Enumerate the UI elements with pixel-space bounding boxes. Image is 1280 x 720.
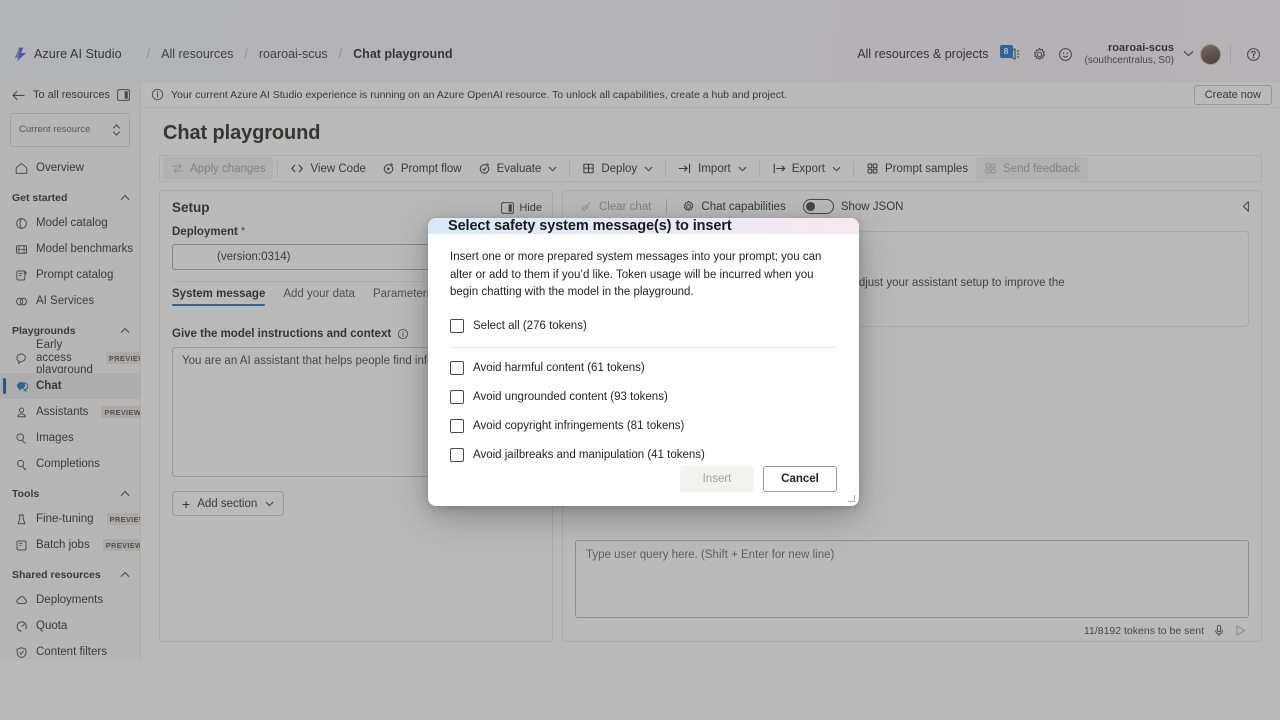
divider (450, 346, 837, 348)
app-root: Azure AI Studio / All resources / roaroa… (0, 0, 1280, 720)
option-label: Avoid ungrounded content (93 tokens) (473, 390, 668, 403)
dialog-description: Insert one or more prepared system messa… (450, 251, 822, 299)
dialog-body: Insert one or more prepared system messa… (428, 234, 859, 466)
select-all-row[interactable]: Select all (276 tokens) (450, 315, 837, 337)
safety-system-message-dialog: Select safety system message(s) to inser… (428, 218, 859, 506)
option-label: Avoid harmful content (61 tokens) (473, 361, 645, 374)
select-all-checkbox[interactable] (450, 318, 464, 333)
dialog-footer: Insert Cancel (428, 465, 859, 506)
option-row-avoid-jailbreaks-and-manipulation[interactable]: Avoid jailbreaks and manipulation (41 to… (450, 444, 837, 466)
option-label: Avoid copyright infringements (81 tokens… (473, 419, 685, 432)
dialog-header: Select safety system message(s) to inser… (428, 218, 859, 234)
option-row-avoid-harmful-content[interactable]: Avoid harmful content (61 tokens) (450, 357, 837, 379)
option-row-avoid-ungrounded-content[interactable]: Avoid ungrounded content (93 tokens) (450, 386, 837, 408)
option-row-avoid-copyright-infringements[interactable]: Avoid copyright infringements (81 tokens… (450, 415, 837, 437)
option-checkbox[interactable] (450, 447, 464, 462)
cancel-button[interactable]: Cancel (763, 465, 837, 492)
dialog-title: Select safety system message(s) to inser… (448, 218, 732, 234)
select-all-label: Select all (276 tokens) (473, 319, 587, 332)
option-checkbox[interactable] (450, 418, 464, 433)
insert-button[interactable]: Insert (680, 465, 754, 492)
option-checkbox[interactable] (450, 360, 464, 375)
resize-handle[interactable] (848, 495, 855, 502)
option-checkbox[interactable] (450, 389, 464, 404)
option-label: Avoid jailbreaks and manipulation (41 to… (473, 448, 705, 461)
